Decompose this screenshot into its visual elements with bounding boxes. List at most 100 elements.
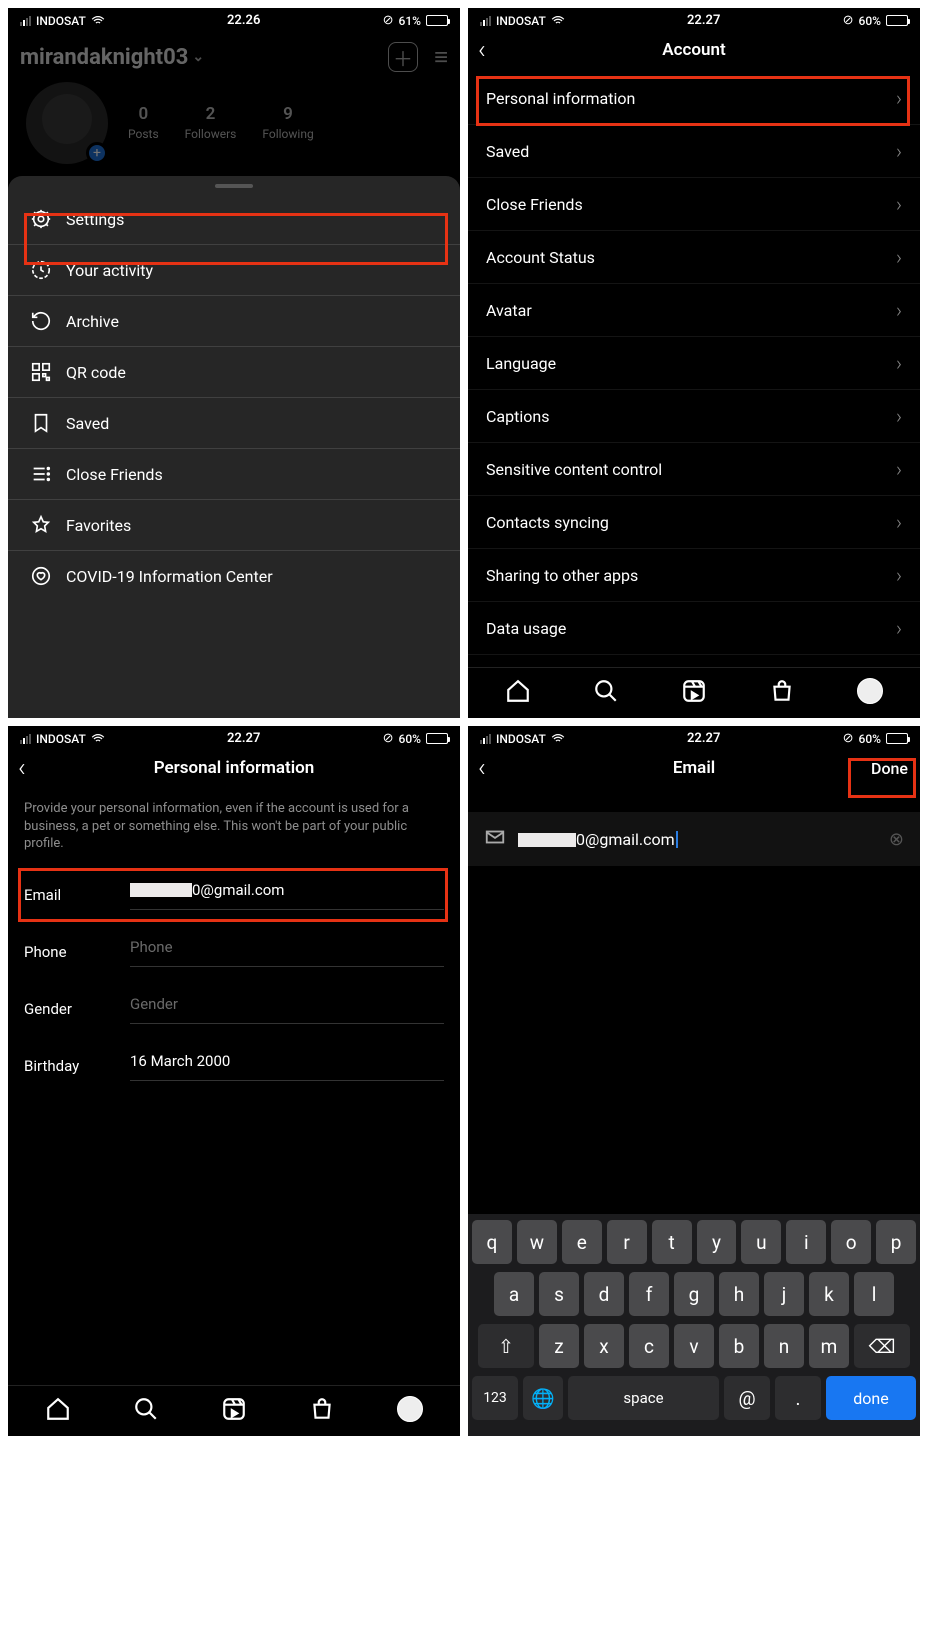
- tab-shop[interactable]: [769, 678, 795, 704]
- key-o[interactable]: o: [831, 1220, 871, 1264]
- tab-home[interactable]: [505, 678, 531, 704]
- back-button[interactable]: ‹: [478, 753, 486, 783]
- key-x[interactable]: x: [584, 1324, 624, 1368]
- done-button[interactable]: Done: [871, 759, 908, 778]
- menu-item-close-friends[interactable]: Close Friends: [8, 449, 460, 500]
- key-p[interactable]: p: [876, 1220, 916, 1264]
- chevron-right-icon: ›: [896, 616, 902, 640]
- menu-item-settings[interactable]: Settings: [8, 194, 460, 245]
- key-space[interactable]: space: [568, 1376, 719, 1420]
- status-bar: INDOSAT 22.27 ⊘ 60%: [8, 726, 460, 748]
- key-v[interactable]: v: [674, 1324, 714, 1368]
- key-z[interactable]: z: [539, 1324, 579, 1368]
- back-button[interactable]: ‹: [18, 753, 26, 783]
- tab-search[interactable]: [133, 1396, 159, 1422]
- stat-posts[interactable]: 0Posts: [128, 104, 159, 142]
- item-personal-information[interactable]: Personal information›: [468, 72, 920, 125]
- item-close-friends[interactable]: Close Friends›: [468, 178, 920, 231]
- username-dropdown[interactable]: mirandaknight03 ⌄: [20, 45, 204, 70]
- item-language[interactable]: Language›: [468, 337, 920, 390]
- tab-profile[interactable]: [397, 1396, 423, 1422]
- key-globe[interactable]: 🌐: [523, 1376, 563, 1420]
- menu-item-archive[interactable]: Archive: [8, 296, 460, 347]
- item-saved[interactable]: Saved›: [468, 125, 920, 178]
- key-i[interactable]: i: [786, 1220, 826, 1264]
- back-button[interactable]: ‹: [478, 35, 486, 65]
- profile-avatar[interactable]: +: [26, 82, 108, 164]
- page-header: ‹ Personal information: [8, 748, 460, 790]
- key-d[interactable]: d: [584, 1272, 624, 1316]
- screen-edit-email: INDOSAT 22.27 ⊘ 60% ‹ Email Done 0@gmail…: [468, 726, 920, 1436]
- key-j[interactable]: j: [764, 1272, 804, 1316]
- rotation-lock-icon: ⊘: [843, 13, 854, 28]
- menu-item-activity[interactable]: Your activity: [8, 245, 460, 296]
- key-r[interactable]: r: [607, 1220, 647, 1264]
- key-e[interactable]: e: [562, 1220, 602, 1264]
- field-phone[interactable]: Phone Phone: [8, 924, 460, 981]
- key-n[interactable]: n: [764, 1324, 804, 1368]
- item-captions[interactable]: Captions›: [468, 390, 920, 443]
- item-avatar[interactable]: Avatar›: [468, 284, 920, 337]
- email-input-row[interactable]: 0@gmail.com ⊗: [468, 812, 920, 866]
- profile-menu-sheet: Settings Your activity Archive QR code S…: [8, 176, 460, 718]
- key-y[interactable]: y: [697, 1220, 737, 1264]
- chevron-right-icon: ›: [896, 139, 902, 163]
- chevron-right-icon: ›: [896, 404, 902, 428]
- qr-code-icon: [30, 361, 52, 383]
- battery-pct: 61%: [399, 14, 421, 28]
- key-q[interactable]: q: [472, 1220, 512, 1264]
- key-b[interactable]: b: [719, 1324, 759, 1368]
- stat-following[interactable]: 9Following: [262, 104, 313, 142]
- menu-item-covid[interactable]: COVID-19 Information Center: [8, 551, 460, 601]
- keyboard-row-2: a s d f g h j k l: [472, 1272, 916, 1316]
- item-data-usage[interactable]: Data usage›: [468, 602, 920, 655]
- key-at[interactable]: @: [724, 1376, 770, 1420]
- menu-item-favorites[interactable]: Favorites: [8, 500, 460, 551]
- carrier-label: INDOSAT: [36, 14, 86, 28]
- item-original-photos[interactable]: Original photos›: [468, 655, 920, 667]
- key-123[interactable]: 123: [472, 1376, 518, 1420]
- chevron-right-icon: ›: [896, 298, 902, 322]
- key-c[interactable]: c: [629, 1324, 669, 1368]
- key-k[interactable]: k: [809, 1272, 849, 1316]
- field-email[interactable]: Email 0@gmail.com: [8, 867, 460, 924]
- tab-profile[interactable]: [857, 678, 883, 704]
- field-birthday[interactable]: Birthday 16 March 2000: [8, 1038, 460, 1095]
- sheet-drag-handle[interactable]: [215, 184, 253, 188]
- tab-reels[interactable]: [221, 1396, 247, 1422]
- create-post-button[interactable]: ＋: [388, 42, 418, 72]
- key-t[interactable]: t: [652, 1220, 692, 1264]
- menu-item-saved[interactable]: Saved: [8, 398, 460, 449]
- item-sharing[interactable]: Sharing to other apps›: [468, 549, 920, 602]
- add-story-badge-icon[interactable]: +: [86, 142, 108, 164]
- menu-item-qr[interactable]: QR code: [8, 347, 460, 398]
- key-h[interactable]: h: [719, 1272, 759, 1316]
- key-l[interactable]: l: [854, 1272, 894, 1316]
- item-account-status[interactable]: Account Status›: [468, 231, 920, 284]
- key-f[interactable]: f: [629, 1272, 669, 1316]
- key-done[interactable]: done: [826, 1376, 916, 1420]
- key-w[interactable]: w: [517, 1220, 557, 1264]
- chevron-right-icon: ›: [896, 510, 902, 534]
- clear-input-button[interactable]: ⊗: [889, 829, 904, 850]
- key-g[interactable]: g: [674, 1272, 714, 1316]
- hamburger-menu-button[interactable]: ≡: [434, 43, 448, 72]
- key-backspace[interactable]: ⌫: [854, 1324, 910, 1368]
- tab-search[interactable]: [593, 678, 619, 704]
- key-a[interactable]: a: [494, 1272, 534, 1316]
- key-shift[interactable]: ⇧: [478, 1324, 534, 1368]
- bottom-tab-bar: [8, 1385, 460, 1436]
- key-m[interactable]: m: [809, 1324, 849, 1368]
- tab-reels[interactable]: [681, 678, 707, 704]
- tab-home[interactable]: [45, 1396, 71, 1422]
- stat-followers[interactable]: 2Followers: [185, 104, 237, 142]
- tab-shop[interactable]: [309, 1396, 335, 1422]
- key-dot[interactable]: .: [775, 1376, 821, 1420]
- field-gender[interactable]: Gender Gender: [8, 981, 460, 1038]
- key-u[interactable]: u: [741, 1220, 781, 1264]
- activity-clock-icon: [30, 259, 52, 281]
- page-title: Email: [673, 758, 715, 778]
- key-s[interactable]: s: [539, 1272, 579, 1316]
- item-contacts-sync[interactable]: Contacts syncing›: [468, 496, 920, 549]
- item-sensitive-content[interactable]: Sensitive content control›: [468, 443, 920, 496]
